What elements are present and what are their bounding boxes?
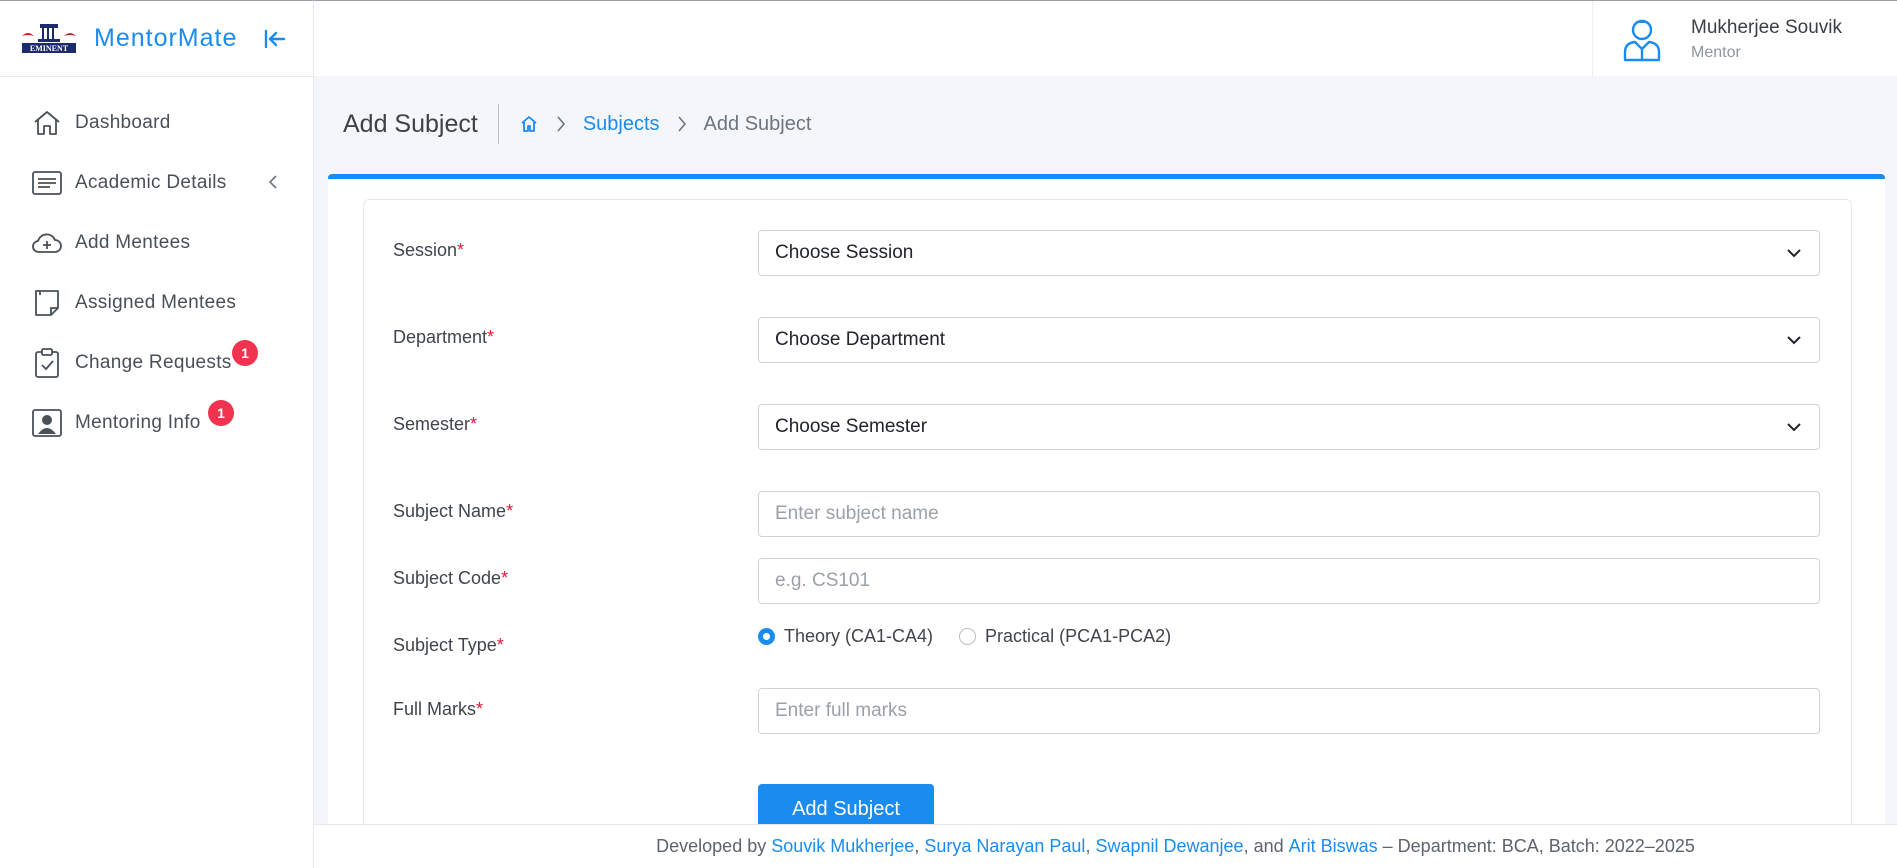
- sidebar-item-label: Change Requests: [75, 352, 232, 373]
- sidebar-item-label: Academic Details: [75, 172, 227, 193]
- top-header: Mukherjee Souvik Mentor: [314, 0, 1897, 77]
- department-select-value: Choose Department: [775, 329, 946, 350]
- notification-badge: 1: [232, 340, 258, 366]
- sidebar-item-academic-details[interactable]: Academic Details: [0, 153, 313, 213]
- subject-name-label: Subject Name*: [393, 501, 513, 522]
- semester-label-text: Semester: [393, 414, 471, 434]
- page-title: Add Subject: [343, 104, 499, 144]
- brand-logo-text: EMINENT: [30, 44, 69, 53]
- chevron-right-icon: [555, 114, 567, 134]
- chevron-right-icon: [676, 114, 688, 134]
- chevron-left-icon: [267, 173, 279, 196]
- brand-name: MentorMate: [94, 24, 238, 52]
- theory-radio-label: Theory (CA1-CA4): [784, 626, 934, 646]
- session-label-text: Session: [393, 240, 458, 260]
- chevron-down-icon: [1787, 423, 1801, 432]
- subject-name-input[interactable]: [758, 491, 1820, 537]
- semester-select[interactable]: Choose Semester: [758, 404, 1820, 450]
- required-mark: *: [496, 635, 504, 655]
- required-mark: *: [506, 501, 514, 521]
- home-icon[interactable]: [519, 114, 539, 134]
- full-marks-label: Full Marks*: [393, 699, 483, 720]
- sidebar-item-dashboard[interactable]: Dashboard: [0, 93, 313, 153]
- sidebar-item-label: Mentoring Info: [75, 412, 201, 433]
- radio-selected-icon: [758, 628, 775, 645]
- user-info: Mukherjee Souvik Mentor: [1691, 17, 1842, 62]
- breadcrumb-subjects-link[interactable]: Subjects: [583, 113, 660, 136]
- required-mark: *: [457, 240, 465, 260]
- brand-logo: EMINENT: [22, 23, 76, 53]
- clipboard-check-icon: [30, 346, 64, 380]
- semester-label: Semester*: [393, 414, 477, 435]
- breadcrumb-current: Add Subject: [703, 112, 812, 135]
- developer-link[interactable]: Arit Biswas: [1289, 836, 1378, 857]
- session-select[interactable]: Choose Session: [758, 230, 1820, 276]
- sidebar-item-add-mentees[interactable]: Add Mentees: [0, 213, 313, 273]
- notification-badge: 1: [208, 400, 234, 426]
- department-label-text: Department: [393, 327, 488, 347]
- subject-type-radio-group: Theory (CA1-CA4) Practical (PCA1-PCA2): [758, 626, 1197, 647]
- list-icon: [30, 166, 64, 200]
- sidebar-nav: Dashboard Academic Details Add Mentees A…: [0, 77, 313, 453]
- sidebar-item-mentoring-info[interactable]: Mentoring Info 1: [0, 393, 313, 453]
- chevron-down-icon: [1787, 249, 1801, 258]
- page-header: Add Subject Subjects Add Subject: [343, 104, 811, 144]
- full-marks-label-text: Full Marks: [393, 699, 477, 719]
- footer-separator: ,: [1085, 836, 1091, 856]
- sidebar-item-label: Dashboard: [75, 112, 171, 133]
- developer-link[interactable]: Swapnil Dewanjee: [1095, 836, 1243, 857]
- session-label: Session*: [393, 240, 464, 261]
- subject-code-input[interactable]: [758, 558, 1820, 604]
- subject-type-label-text: Subject Type: [393, 635, 497, 655]
- subject-type-label: Subject Type*: [393, 635, 504, 656]
- breadcrumb: Subjects Add Subject: [519, 112, 812, 136]
- collapse-sidebar-button[interactable]: [261, 25, 289, 53]
- footer-prefix: Developed by: [656, 836, 767, 856]
- subject-name-label-text: Subject Name: [393, 501, 507, 521]
- full-marks-input[interactable]: [758, 688, 1820, 734]
- theory-radio[interactable]: Theory (CA1-CA4): [758, 626, 933, 647]
- practical-radio[interactable]: Practical (PCA1-PCA2): [959, 626, 1171, 647]
- sidebar-item-assigned-mentees[interactable]: Assigned Mentees: [0, 273, 313, 333]
- subject-code-label: Subject Code*: [393, 568, 508, 589]
- radio-unselected-icon: [959, 628, 977, 645]
- chevron-down-icon: [1787, 336, 1801, 345]
- user-name: Mukherjee Souvik: [1691, 16, 1843, 38]
- footer-and: , and: [1243, 836, 1284, 856]
- practical-radio-label: Practical (PCA1-PCA2): [985, 626, 1172, 646]
- subject-code-label-text: Subject Code: [393, 568, 502, 588]
- cloud-upload-icon: [30, 226, 64, 260]
- sidebar-item-label: Add Mentees: [75, 232, 191, 253]
- user-avatar-icon: [1623, 19, 1661, 62]
- sidebar-item-change-requests[interactable]: Change Requests 1: [0, 333, 313, 393]
- required-mark: *: [501, 568, 509, 588]
- required-mark: *: [470, 414, 478, 434]
- user-card-icon: [30, 406, 64, 440]
- department-select[interactable]: Choose Department: [758, 317, 1820, 363]
- footer-separator: ,: [914, 836, 920, 856]
- required-mark: *: [476, 699, 484, 719]
- brand: EMINENT MentorMate: [0, 1, 313, 77]
- sidebar: EMINENT MentorMate Dashboard Academic De…: [0, 0, 314, 868]
- user-menu[interactable]: Mukherjee Souvik Mentor: [1592, 1, 1897, 77]
- session-select-value: Choose Session: [775, 242, 914, 263]
- department-label: Department*: [393, 327, 494, 348]
- semester-select-value: Choose Semester: [775, 416, 928, 437]
- note-icon: [30, 286, 64, 320]
- sidebar-item-label: Assigned Mentees: [75, 292, 237, 313]
- developer-link[interactable]: Souvik Mukherjee: [771, 836, 914, 857]
- home-icon: [30, 106, 64, 140]
- footer: Developed by Souvik Mukherjee, Surya Nar…: [314, 824, 1897, 868]
- collapse-icon: [265, 29, 286, 48]
- footer-suffix: – Department: BCA, Batch: 2022–2025: [1382, 836, 1695, 856]
- user-role: Mentor: [1691, 43, 1741, 61]
- required-mark: *: [487, 327, 495, 347]
- developer-link[interactable]: Surya Narayan Paul: [924, 836, 1085, 857]
